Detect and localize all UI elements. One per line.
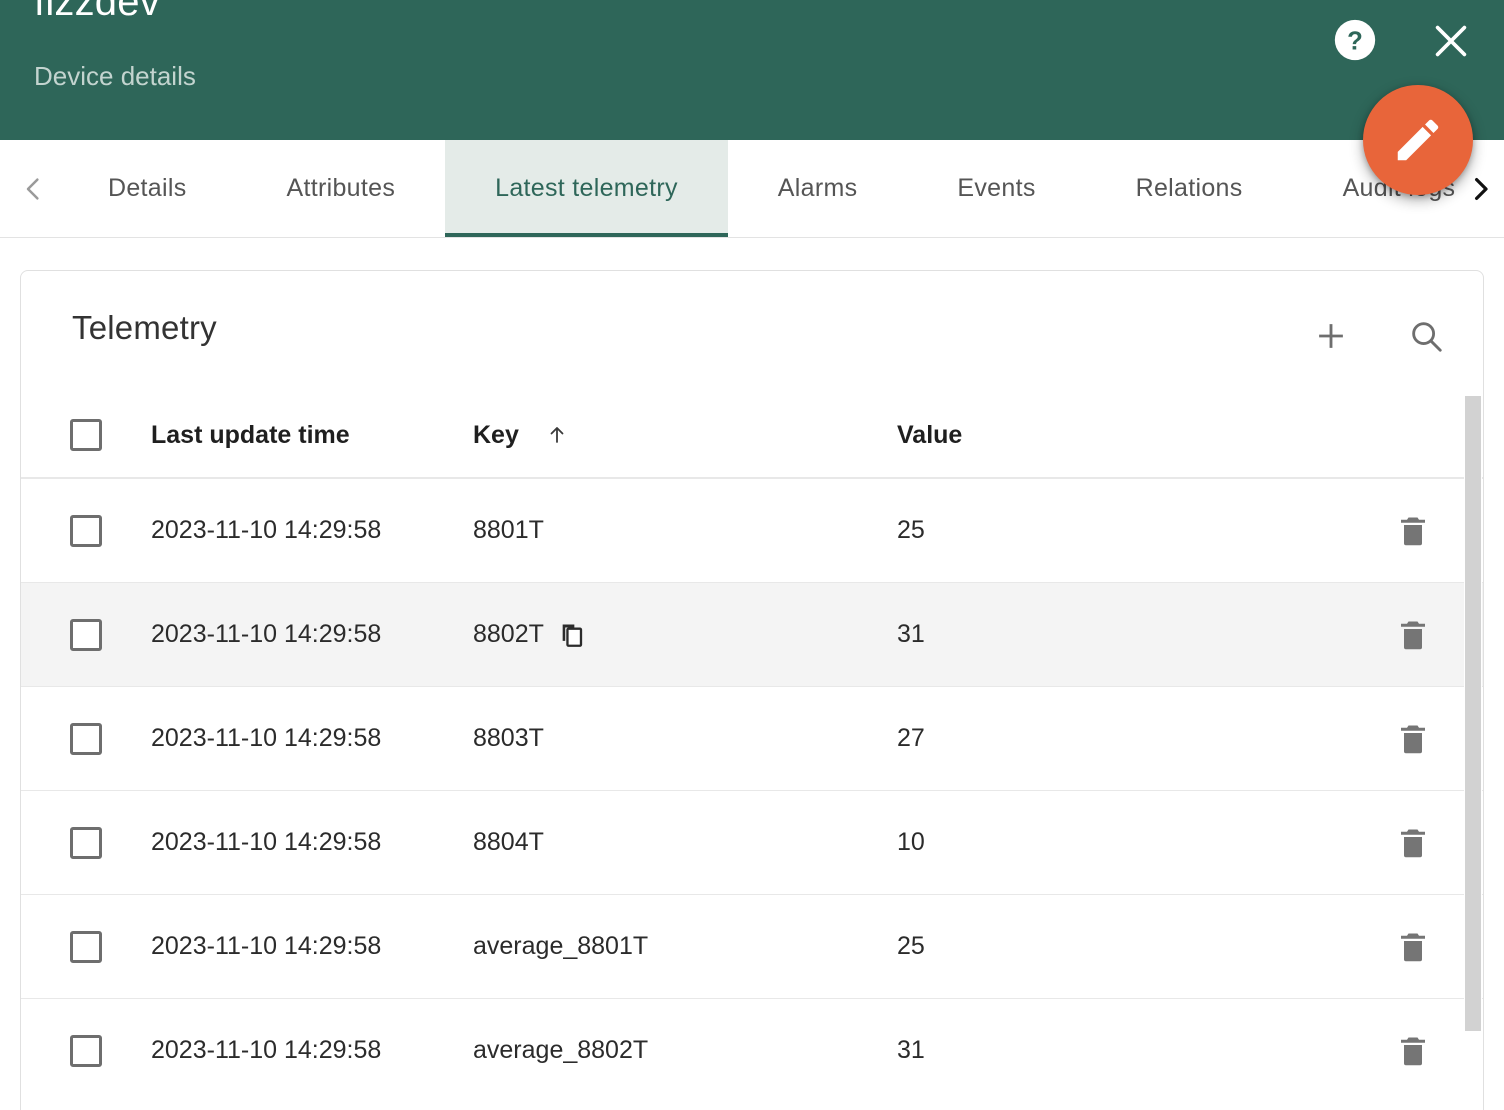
device-details-dialog: fizzdev Device details ? Details Attribu… bbox=[0, 0, 1504, 1110]
telemetry-table: Last update time Key Value 2023-11-10 14… bbox=[21, 393, 1483, 1102]
cell-key: 8804T bbox=[473, 828, 897, 857]
cell-value: 10 bbox=[897, 828, 925, 856]
trash-icon[interactable] bbox=[1395, 617, 1431, 653]
arrow-up-icon bbox=[545, 423, 569, 447]
trash-icon[interactable] bbox=[1395, 1033, 1431, 1069]
plus-icon[interactable] bbox=[1310, 315, 1352, 357]
trash-icon[interactable] bbox=[1395, 513, 1431, 549]
pencil-icon bbox=[1397, 119, 1439, 161]
table-scrollbar-thumb[interactable] bbox=[1465, 396, 1481, 1031]
search-icon[interactable] bbox=[1405, 315, 1447, 357]
tab-label: Alarms bbox=[777, 174, 858, 202]
row-actions bbox=[1343, 825, 1483, 861]
row-actions bbox=[1343, 617, 1483, 653]
cell-key: 8803T bbox=[473, 724, 897, 753]
table-row[interactable]: 2023-11-10 14:29:58 average_8801T 25 bbox=[21, 894, 1483, 998]
column-header-last-update-time[interactable]: Last update time bbox=[151, 421, 473, 450]
cell-value: 25 bbox=[897, 516, 925, 544]
cell-key-label: average_8802T bbox=[473, 1036, 649, 1064]
table-row[interactable]: 2023-11-10 14:29:58 8802T 31 bbox=[21, 582, 1483, 686]
table-row[interactable]: 2023-11-10 14:29:58 8801T 25 bbox=[21, 478, 1483, 582]
row-actions bbox=[1343, 1033, 1483, 1069]
cell-key-label: 8804T bbox=[473, 828, 544, 856]
tab-latest-telemetry[interactable]: Latest telemetry bbox=[445, 140, 728, 237]
select-all-cell bbox=[21, 419, 151, 451]
cell-value: 25 bbox=[897, 932, 925, 960]
cell-key: average_8801T bbox=[473, 932, 897, 961]
cell-last-update-time: 2023-11-10 14:29:58 bbox=[151, 932, 382, 960]
table-row[interactable]: 2023-11-10 14:29:58 average_8802T 31 bbox=[21, 998, 1483, 1102]
tab-events[interactable]: Events bbox=[907, 140, 1085, 237]
chevron-left-icon[interactable] bbox=[8, 140, 58, 237]
column-header-value[interactable]: Value bbox=[897, 421, 1343, 450]
cell-key: average_8802T bbox=[473, 1036, 897, 1065]
copy-icon[interactable] bbox=[558, 621, 586, 649]
tab-alarms[interactable]: Alarms bbox=[728, 140, 908, 237]
select-all-checkbox[interactable] bbox=[70, 419, 102, 451]
tab-list: Details Attributes Latest telemetry Alar… bbox=[58, 140, 1504, 237]
cell-key-label: average_8801T bbox=[473, 932, 649, 960]
row-checkbox[interactable] bbox=[70, 1034, 102, 1067]
row-actions bbox=[1343, 721, 1483, 757]
trash-icon[interactable] bbox=[1395, 825, 1431, 861]
row-checkbox[interactable] bbox=[70, 514, 102, 547]
card-toolbar: Telemetry bbox=[21, 271, 1483, 393]
tab-attributes[interactable]: Attributes bbox=[237, 140, 446, 237]
row-checkbox[interactable] bbox=[70, 826, 102, 859]
card-title: Telemetry bbox=[72, 309, 217, 346]
tab-bar: Details Attributes Latest telemetry Alar… bbox=[0, 140, 1504, 238]
trash-icon[interactable] bbox=[1395, 929, 1431, 965]
row-actions bbox=[1343, 513, 1483, 549]
column-header-key-label: Key bbox=[473, 420, 519, 449]
edit-fab-button[interactable] bbox=[1363, 85, 1473, 195]
cell-key-label: 8801T bbox=[473, 516, 544, 544]
telemetry-card: Telemetry Last update time Key Value 202… bbox=[20, 270, 1484, 1110]
row-select-cell bbox=[21, 1034, 151, 1067]
cell-value: 27 bbox=[897, 724, 925, 752]
row-select-cell bbox=[21, 930, 151, 963]
tab-label: Details bbox=[108, 174, 187, 202]
close-icon[interactable] bbox=[1428, 18, 1474, 64]
row-checkbox[interactable] bbox=[70, 618, 102, 651]
row-checkbox[interactable] bbox=[70, 930, 102, 963]
row-select-cell bbox=[21, 826, 151, 859]
tab-label: Latest telemetry bbox=[495, 174, 678, 202]
tab-label: Attributes bbox=[286, 174, 396, 202]
row-select-cell bbox=[21, 514, 151, 547]
cell-key: 8801T bbox=[473, 516, 897, 545]
cell-key-label: 8803T bbox=[473, 724, 544, 752]
cell-key: 8802T bbox=[473, 620, 897, 649]
page-title: fizzdev bbox=[34, 0, 160, 24]
cell-last-update-time: 2023-11-10 14:29:58 bbox=[151, 620, 382, 648]
cell-value: 31 bbox=[897, 620, 925, 648]
svg-text:?: ? bbox=[1347, 28, 1363, 56]
tab-details[interactable]: Details bbox=[58, 140, 237, 237]
page-subtitle: Device details bbox=[34, 61, 196, 91]
tab-label: Events bbox=[957, 174, 1036, 202]
row-select-cell bbox=[21, 722, 151, 755]
tab-relations[interactable]: Relations bbox=[1086, 140, 1293, 237]
cell-last-update-time: 2023-11-10 14:29:58 bbox=[151, 828, 382, 856]
row-checkbox[interactable] bbox=[70, 722, 102, 755]
cell-last-update-time: 2023-11-10 14:29:58 bbox=[151, 1036, 382, 1064]
cell-last-update-time: 2023-11-10 14:29:58 bbox=[151, 516, 382, 544]
tab-label: Relations bbox=[1135, 174, 1243, 202]
table-row[interactable]: 2023-11-10 14:29:58 8803T 27 bbox=[21, 686, 1483, 790]
dialog-header: fizzdev Device details ? bbox=[0, 0, 1504, 140]
table-row[interactable]: 2023-11-10 14:29:58 8804T 10 bbox=[21, 790, 1483, 894]
row-actions bbox=[1343, 929, 1483, 965]
column-header-key[interactable]: Key bbox=[473, 421, 897, 450]
row-select-cell bbox=[21, 618, 151, 651]
trash-icon[interactable] bbox=[1395, 721, 1431, 757]
cell-value: 31 bbox=[897, 1036, 925, 1064]
cell-last-update-time: 2023-11-10 14:29:58 bbox=[151, 724, 382, 752]
help-circle-icon[interactable]: ? bbox=[1333, 18, 1377, 62]
cell-key-label: 8802T bbox=[473, 620, 544, 648]
table-header-row: Last update time Key Value bbox=[21, 393, 1483, 477]
